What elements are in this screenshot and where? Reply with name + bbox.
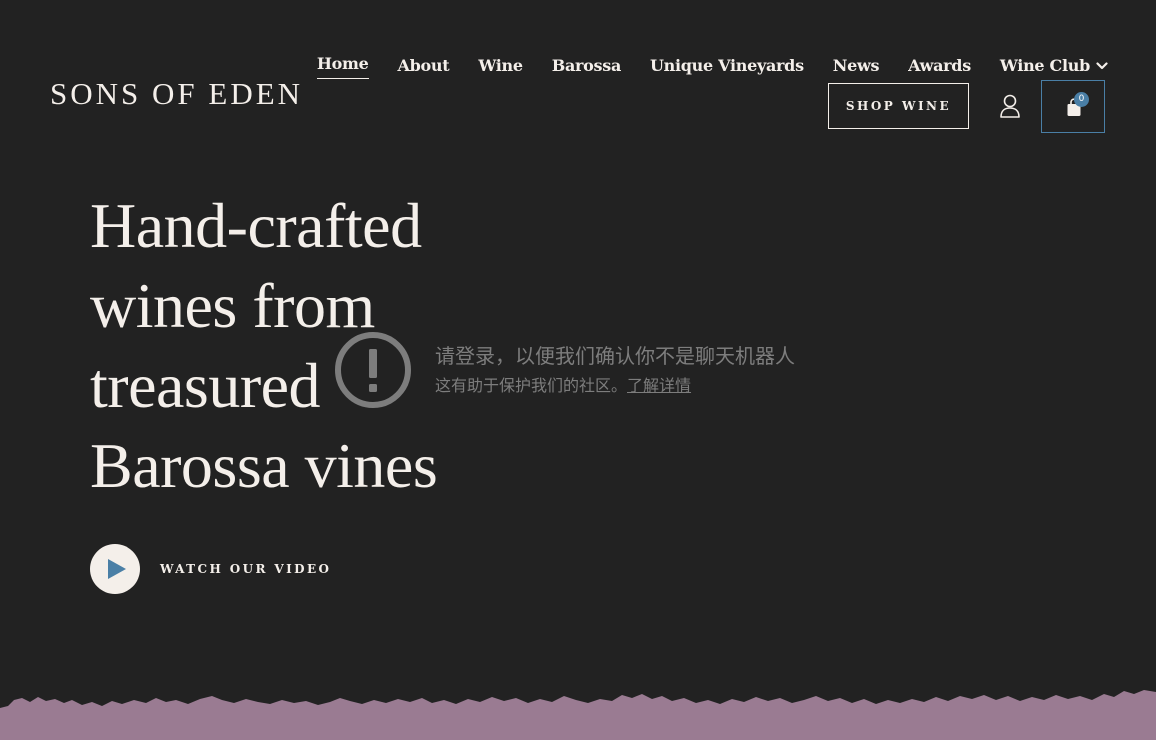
nav-item-unique-vineyards[interactable]: Unique Vineyards bbox=[650, 54, 804, 78]
notice-subtitle: 这有助于保护我们的社区。了解详情 bbox=[435, 373, 795, 399]
nav-item-about[interactable]: About bbox=[398, 54, 450, 78]
play-icon bbox=[108, 559, 126, 579]
play-button[interactable] bbox=[90, 544, 140, 594]
notice-title: 请登录，以便我们确认你不是聊天机器人 bbox=[435, 344, 795, 368]
page: SONS OF EDEN Home About Wine Barossa Uni… bbox=[0, 0, 1156, 740]
nav-item-home[interactable]: Home bbox=[316, 52, 369, 79]
shop-wine-button[interactable]: SHOP WINE bbox=[828, 83, 969, 129]
learn-more-link[interactable]: 了解详情 bbox=[627, 376, 691, 395]
main-nav: Home About Wine Barossa Unique Vineyards… bbox=[288, 52, 1108, 79]
cart-count-badge: 0 bbox=[1074, 92, 1089, 107]
notice-subtitle-text: 这有助于保护我们的社区。 bbox=[435, 376, 628, 395]
cart-button[interactable]: 0 bbox=[1041, 80, 1105, 133]
nav-item-wine-club-label: Wine Club bbox=[999, 55, 1090, 75]
nav-item-news[interactable]: News bbox=[833, 54, 880, 78]
exclamation-circle-icon bbox=[333, 330, 413, 410]
watch-video-label: WATCH OUR VIDEO bbox=[160, 562, 332, 576]
nav-item-barossa[interactable]: Barossa bbox=[552, 54, 622, 78]
nav-item-wine-club[interactable]: Wine Club bbox=[1000, 54, 1108, 78]
torn-paper-edge bbox=[0, 690, 1156, 740]
login-notice: 请登录，以便我们确认你不是聊天机器人 这有助于保护我们的社区。了解详情 bbox=[333, 330, 795, 410]
chevron-down-icon bbox=[1096, 60, 1108, 72]
nav-item-wine[interactable]: Wine bbox=[478, 54, 523, 78]
user-icon[interactable] bbox=[998, 93, 1022, 119]
notice-text: 请登录，以便我们确认你不是聊天机器人 这有助于保护我们的社区。了解详情 bbox=[435, 341, 795, 399]
nav-item-awards[interactable]: Awards bbox=[908, 54, 971, 78]
watch-video-link[interactable]: WATCH OUR VIDEO bbox=[90, 544, 331, 594]
site-logo[interactable]: SONS OF EDEN bbox=[50, 76, 303, 112]
